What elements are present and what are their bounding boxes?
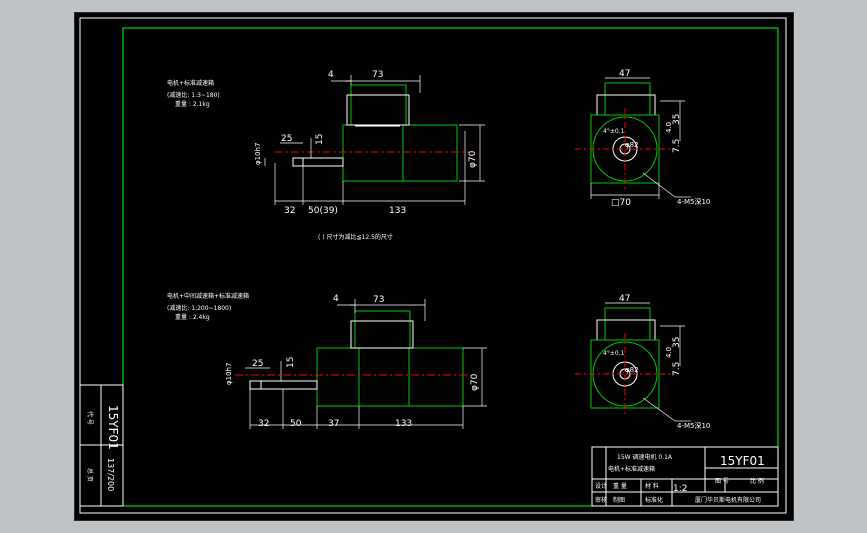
top-end-35: 35 (672, 114, 682, 125)
top-dim-phi70: φ70 (468, 150, 478, 168)
side-label-a: 代 号 (86, 411, 94, 425)
bottom-dim-phi70: φ70 (470, 373, 480, 391)
tb-company: 厦门华贝斯电机有限公司 (695, 496, 761, 504)
tb-title-2: 电机+标准减速箱 (608, 465, 655, 473)
bottom-end-phi82: φ82 (625, 366, 639, 374)
bottom-heading: 电机+中间减速箱+标准减速箱 (167, 292, 249, 300)
top-end-75: 7.5 (672, 139, 682, 153)
top-end-angle: 4°±0.1 (603, 128, 625, 135)
top-dim-15: 15 (315, 134, 325, 145)
bottom-front-view: 电机+中间减速箱+标准减速箱 (减速比: 1:200~1800) 重量 : 2.… (167, 292, 487, 429)
bottom-end-angle: 4°±0.1 (603, 350, 625, 357)
top-weight: 重量 : 2.1kg (175, 100, 210, 108)
top-end-view: 47 35 7.5 4.0 φ82 4°±0.1 □70 4-M5深10 (575, 69, 710, 208)
bottom-dim-25: 25 (252, 359, 263, 369)
top-dim-shaft: φ10h7 (254, 143, 262, 165)
bottom-end-75: 7.5 (672, 362, 682, 376)
sheet-note: ( ) 尺寸为减比≦12.5的尺寸 (318, 233, 393, 241)
top-ratio: (减速比: 1:3~180) (167, 91, 220, 99)
bottom-end-holes: 4-M5深10 (677, 421, 710, 430)
top-heading: 电机+标准减速箱 (167, 79, 214, 87)
bottom-dim-37: 37 (328, 419, 339, 429)
top-end-phi82: φ82 (625, 141, 639, 149)
tb-r-weight: 重 量 (613, 482, 627, 490)
bottom-end-40: 4.0 (665, 347, 673, 358)
tb-col-a: 图 号 (715, 478, 729, 485)
tb-r-standard: 标准化 (645, 496, 663, 504)
top-end-box70: □70 (611, 198, 631, 208)
cad-viewport[interactable]: 15YF01 137/200 代 号 总 页 电机+标准减速箱 (减速比: 1:… (74, 12, 794, 521)
top-end-40: 4.0 (665, 122, 673, 133)
side-page: 137/200 (106, 458, 115, 491)
top-end-47: 47 (619, 69, 630, 79)
top-dim-25: 25 (281, 134, 292, 144)
side-label-b: 总 页 (86, 468, 94, 482)
top-dim-4: 4 (328, 70, 334, 80)
bottom-end-view: 47 35 7.5 4.0 φ82 4°±0.1 4-M5深10 (575, 294, 710, 430)
top-front-view: 电机+标准减速箱 (减速比: 1:3~180) 重量 : 2.1kg 4 73 … (167, 70, 485, 216)
bottom-dim-shaft: φ10h7 (225, 363, 233, 385)
tb-r-design: 设计 (595, 482, 607, 490)
inner-frame (122, 27, 779, 507)
top-dim-32: 32 (284, 206, 295, 216)
top-dim-73: 73 (372, 70, 383, 80)
top-dim-133: 133 (389, 206, 406, 216)
bottom-end-47: 47 (619, 294, 630, 304)
tb-r-check: 审核 (595, 496, 607, 504)
bottom-dim-15: 15 (286, 357, 296, 368)
bottom-dim-73: 73 (373, 295, 384, 305)
tb-scale: 1:2 (673, 484, 687, 494)
bottom-dim-32: 32 (258, 419, 269, 429)
bottom-dim-133: 133 (395, 419, 412, 429)
bottom-end-35: 35 (672, 337, 682, 348)
top-end-holes: 4-M5深10 (677, 197, 710, 206)
tb-r-material: 材 料 (645, 482, 659, 490)
tb-col-b: 比 例 (750, 477, 764, 485)
tb-r-draw: 制图 (613, 496, 625, 504)
tb-code: 15YF01 (720, 454, 765, 468)
bottom-dim-50: 50 (290, 419, 302, 429)
bottom-dim-4: 4 (333, 294, 339, 304)
tb-title-1: 15W 调速电机 0.1A (617, 453, 673, 461)
top-dim-50: 50(39) (308, 206, 338, 216)
bottom-weight: 重量 : 2.4kg (175, 313, 210, 321)
side-code: 15YF01 (106, 405, 120, 450)
motor-drawing: 15YF01 137/200 代 号 总 页 电机+标准减速箱 (减速比: 1:… (79, 17, 787, 514)
bottom-ratio: (减速比: 1:200~1800) (167, 304, 231, 312)
